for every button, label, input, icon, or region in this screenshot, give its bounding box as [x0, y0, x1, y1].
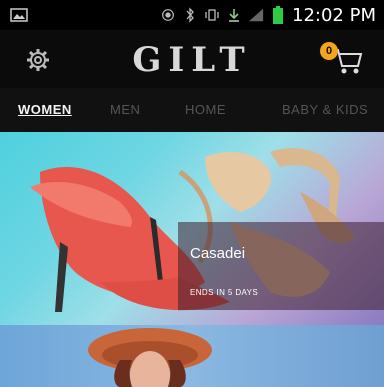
status-time: 12:02 PM: [292, 4, 376, 26]
wifi-icon: [160, 7, 176, 23]
image-icon: [10, 7, 28, 23]
tab-baby-kids[interactable]: BABY & KIDS: [282, 102, 368, 117]
app-screen: 12:02 PM GILT 0 WOMEN MEN HOME BABY & KI…: [0, 0, 384, 387]
signal-icon: [248, 7, 264, 23]
tab-women[interactable]: WOMEN: [18, 102, 72, 117]
cart-button[interactable]: 0: [320, 42, 364, 76]
app-header: GILT 0: [0, 30, 384, 88]
sale-brand-name: Casadei: [190, 245, 246, 262]
status-icons: 12:02 PM: [160, 0, 376, 30]
sale-ends-label: ENDS IN 5 DAYS: [190, 288, 259, 297]
bluetooth-icon: [182, 7, 198, 23]
sale-banner-2[interactable]: [0, 325, 384, 387]
battery-icon: [270, 6, 286, 24]
tab-men[interactable]: MEN: [110, 102, 140, 117]
tab-home[interactable]: HOME: [185, 102, 226, 117]
cart-count-badge: 0: [320, 42, 338, 60]
model-image: [88, 328, 212, 387]
status-bar: 12:02 PM: [0, 0, 384, 30]
category-tabs: WOMEN MEN HOME BABY & KIDS: [0, 88, 384, 132]
vibrate-icon: [204, 7, 220, 23]
download-icon: [226, 7, 242, 23]
